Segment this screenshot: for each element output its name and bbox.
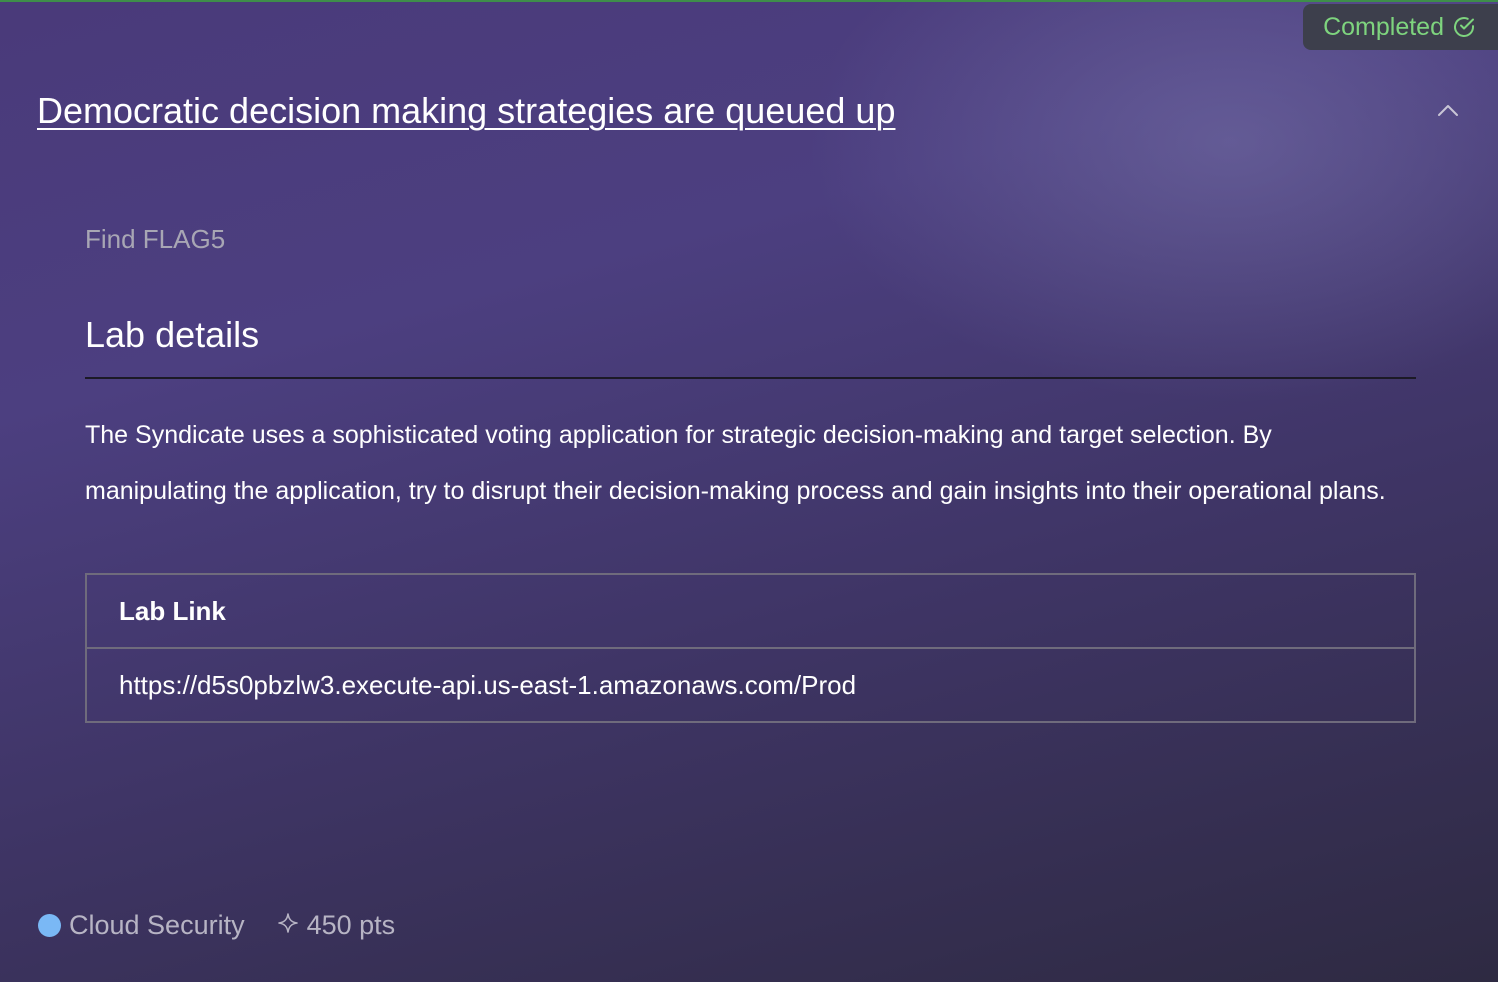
lab-link-url[interactable]: https://d5s0pbzlw3.execute-api.us-east-1…	[87, 649, 1414, 721]
lab-details-heading: Lab details	[85, 314, 260, 355]
status-label: Completed	[1323, 12, 1444, 41]
challenge-footer: Cloud Security 450 pts	[38, 910, 395, 941]
points-display: 450 pts	[277, 910, 396, 941]
status-badge: Completed	[1303, 4, 1498, 50]
challenge-content: Find FLAG5 Lab details The Syndicate use…	[85, 224, 1416, 723]
category-label: Cloud Security	[69, 910, 245, 940]
category-dot	[38, 914, 61, 937]
lab-link-table: Lab Link https://d5s0pbzlw3.execute-api.…	[85, 573, 1416, 723]
challenge-title[interactable]: Democratic decision making strategies ar…	[37, 90, 895, 132]
chevron-up-icon	[1434, 105, 1462, 126]
collapse-button[interactable]	[1434, 98, 1462, 122]
lab-description: The Syndicate uses a sophisticated votin…	[85, 421, 1386, 505]
objective-text: Find FLAG5	[85, 224, 226, 254]
points-label: 450 pts	[306, 910, 396, 940]
lab-link-header: Lab Link	[87, 575, 1414, 649]
challenge-card: Completed Democratic decision making str…	[0, 0, 1498, 982]
check-circle-icon	[1452, 15, 1476, 39]
section-divider	[85, 377, 1416, 379]
sparkle-icon	[277, 910, 299, 941]
